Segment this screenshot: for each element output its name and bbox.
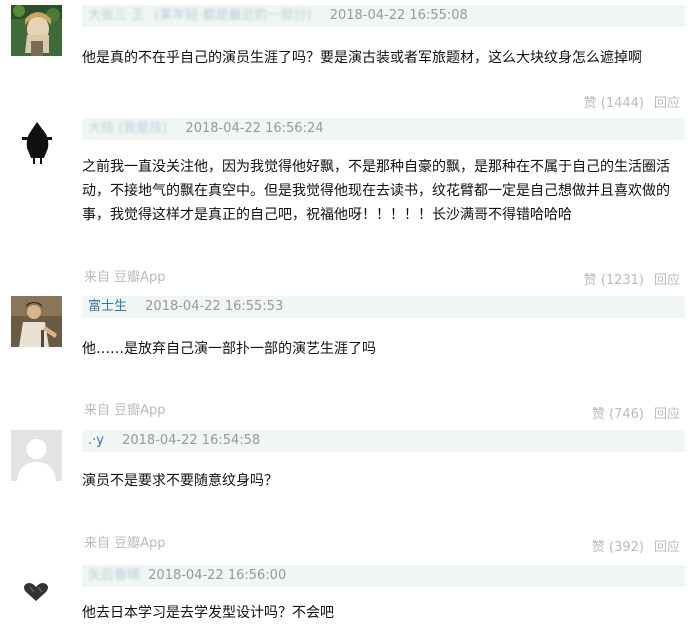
comment-actions: 赞 (392) 回应 (592, 536, 680, 555)
like-button[interactable]: 赞 (1231) (584, 273, 644, 288)
username-link[interactable]: 大技 (我是技) (82, 121, 167, 136)
comment-text: 他……是放弃自己演一部扑一部的演艺生涯了吗 (82, 341, 376, 357)
comment-source: 来自 豆瓣App (84, 403, 166, 418)
black-hooded-figure-avatar[interactable] (11, 118, 62, 169)
comment-timestamp: 2018-04-22 16:56:00 (148, 568, 287, 583)
like-button[interactable]: 赞 (392) (592, 540, 644, 555)
username-link[interactable]: 富士生 (82, 299, 127, 314)
default-user-avatar[interactable] (11, 430, 62, 481)
comment-meta-bar: 大技 (我是技) 2018-04-22 16:56:24 (82, 118, 685, 140)
comment-text: 他是真的不在乎自己的演员生涯了吗？要是演古装或者军旅题材，这么大块纹身怎么遮掉啊 (82, 50, 642, 66)
reply-button[interactable]: 回应 (654, 96, 680, 111)
comment-text: 他去日本学习是去学发型设计吗？不会吧 (82, 605, 334, 621)
username-link[interactable]: .·y (82, 433, 104, 448)
comment-actions: 赞 (1444) 回应 (584, 92, 680, 111)
reply-button[interactable]: 回应 (654, 407, 680, 422)
comment-meta-bar: 大张三·王 (某年轻·都是最近的一部分) 2018-04-22 16:55:08 (82, 5, 685, 27)
comment-meta-bar: 富士生 2018-04-22 16:55:53 (82, 296, 685, 318)
comment-meta-bar: .·y 2018-04-22 16:54:58 (82, 430, 685, 452)
reply-button[interactable]: 回应 (654, 273, 680, 288)
comment-actions: 赞 (1231) 回应 (584, 269, 680, 288)
comment-timestamp: 2018-04-22 16:55:08 (329, 8, 468, 23)
anime-portrait-avatar[interactable] (11, 5, 62, 56)
comment-source: 来自 豆瓣App (84, 536, 166, 551)
reply-button[interactable]: 回应 (654, 540, 680, 555)
like-button[interactable]: 赞 (746) (592, 407, 644, 422)
comment-meta-bar: 矢后春晴 2018-04-22 16:56:00 (82, 565, 685, 587)
comment-timestamp: 2018-04-22 16:54:58 (122, 433, 261, 448)
performer-photo-avatar[interactable] (11, 296, 62, 347)
comment-source: 来自 豆瓣App (84, 270, 166, 285)
comment-timestamp: 2018-04-22 16:56:24 (185, 121, 324, 136)
dark-heart-avatar[interactable] (11, 565, 62, 616)
comment-text: 演员不是要求不要随意纹身吗？ (82, 473, 278, 489)
username-link[interactable]: 矢后春晴 (82, 568, 140, 583)
like-button[interactable]: 赞 (1444) (584, 96, 644, 111)
comment-timestamp: 2018-04-22 16:55:53 (145, 299, 284, 314)
comment-text: 之前我一直没关注他，因为我觉得他好飘，不是那种自豪的飘，是那种在不属于自己的生活… (82, 159, 670, 223)
comment-actions: 赞 (746) 回应 (592, 403, 680, 422)
username-link[interactable]: 大张三·王 (82, 8, 144, 23)
username-note: (某年轻·都是最近的一部分) (154, 8, 312, 23)
